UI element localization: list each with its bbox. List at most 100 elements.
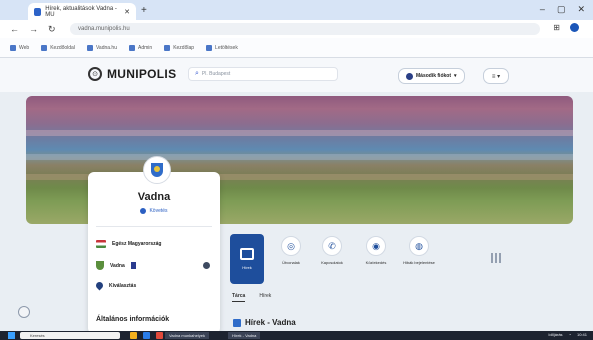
windows-start-icon[interactable] xyxy=(8,332,15,339)
follow-icon xyxy=(140,208,147,214)
browser-tab[interactable]: Hírek, aktualitások Vadna - MU ✕ xyxy=(28,3,136,20)
town-row-label: Vadna xyxy=(110,262,125,269)
tab-news[interactable]: Hírek xyxy=(259,293,271,302)
quick-action-routes[interactable]: ◎ Útvonalak xyxy=(272,236,310,282)
taskbar-task[interactable]: Hírek - Vadna xyxy=(228,332,261,339)
login-button[interactable]: Második fiókot ▾ xyxy=(398,68,465,84)
bookmark-label: Letöltések xyxy=(215,44,238,51)
file-explorer-icon[interactable] xyxy=(130,332,137,339)
quick-action-label: Közlekedés xyxy=(365,260,387,265)
quick-action-transport[interactable]: ◉ Közlekedés xyxy=(357,236,395,282)
extensions-icon[interactable]: ⊞ xyxy=(553,23,560,32)
scroll-indicator-icon[interactable] xyxy=(18,306,30,318)
quick-action-label: Kapcsolatok xyxy=(321,260,343,265)
town-row[interactable]: Vadna xyxy=(96,261,136,270)
logo-icon: ⊙ xyxy=(88,67,102,81)
follow-button[interactable]: Követés xyxy=(88,208,220,214)
bookmark-icon xyxy=(86,44,93,51)
quick-action-contacts[interactable]: ✆ Kapcsolatok xyxy=(313,236,351,282)
bookmark-item[interactable]: Kezdőoldal xyxy=(41,44,75,51)
menu-button[interactable]: ≡ ▾ xyxy=(483,68,509,84)
weather-text[interactable]: Időjárás xyxy=(548,332,562,337)
bookmark-icon[interactable] xyxy=(130,262,136,269)
bookmark-item[interactable]: Letöltések xyxy=(206,44,238,51)
tab-wallet[interactable]: Tárca xyxy=(232,293,246,302)
follow-label: Követés xyxy=(149,208,168,214)
quick-action-news[interactable]: Hírek xyxy=(230,234,264,284)
region-label: Egész Magyarország xyxy=(112,241,162,247)
user-icon xyxy=(406,72,413,80)
taskbar-search[interactable]: Keresés xyxy=(20,332,120,339)
bookmark-item[interactable]: Web xyxy=(10,44,30,51)
hungary-flag-icon xyxy=(96,240,106,248)
favicon-icon xyxy=(34,7,42,16)
app-icon[interactable] xyxy=(156,332,163,339)
bookmark-label: Admin xyxy=(138,44,153,51)
quick-action-report[interactable]: ◍ Hibák bejelentése xyxy=(400,236,438,282)
reload-icon[interactable]: ↻ xyxy=(48,24,56,35)
coat-of-arms-icon xyxy=(143,156,171,184)
bookmark-label: Kezdőlap xyxy=(173,44,195,51)
section-title: Általános információk xyxy=(96,316,170,323)
bookmark-item[interactable]: Admin xyxy=(129,44,153,51)
content-tabs: Tárca Hírek xyxy=(232,293,271,302)
search-icon: ⌕ xyxy=(195,70,199,77)
minimize-icon[interactable]: – xyxy=(540,4,545,15)
location-pin-icon xyxy=(94,280,105,291)
search-placeholder: Pl. Budapest xyxy=(201,71,231,77)
transport-icon: ◉ xyxy=(366,236,386,256)
taskbar-task-label: Vadna munkahelyek xyxy=(169,333,205,338)
tab-title: Hírek, aktualitások Vadna - MU xyxy=(45,5,117,18)
maximize-icon[interactable]: ▢ xyxy=(557,4,566,15)
browser-icon[interactable] xyxy=(143,332,150,339)
calendar-icon xyxy=(240,248,254,260)
bookmark-item[interactable]: Kezdőlap xyxy=(164,44,195,51)
close-window-icon[interactable]: ✕ xyxy=(577,4,585,15)
quick-action-label: Hibák bejelentése xyxy=(403,260,435,265)
back-icon[interactable]: ← xyxy=(10,24,19,35)
qr-code-icon[interactable] xyxy=(491,253,501,263)
new-tab-button[interactable]: + xyxy=(141,5,147,16)
bookmark-icon xyxy=(10,44,16,51)
town-name: Vadna xyxy=(137,191,171,203)
quick-action-label: Hírek xyxy=(242,265,252,270)
bookmark-icon xyxy=(41,44,48,51)
address-right-tools: ⊞ xyxy=(553,23,579,32)
bookmarks-bar: Web Kezdőoldal Vadna.hu Admin Kezdőlap L… xyxy=(0,38,593,58)
bookmark-item[interactable]: Vadna.hu xyxy=(86,44,117,51)
bookmark-label: Web xyxy=(19,44,30,51)
url-field[interactable]: vadna.munipolis.hu xyxy=(70,23,540,35)
quick-action-label: Útvonalak xyxy=(282,260,300,265)
compass-icon: ◎ xyxy=(281,236,301,256)
site-logo[interactable]: ⊙ MUNIPOLIS xyxy=(88,67,176,81)
news-icon xyxy=(233,318,241,327)
search-input[interactable]: ⌕ Pl. Budapest xyxy=(188,67,338,81)
taskbar-task[interactable]: Vadna munkahelyek xyxy=(165,332,209,339)
bookmark-icon xyxy=(206,44,213,51)
bookmark-icon xyxy=(129,44,135,51)
login-label: Második fiókot xyxy=(416,73,452,79)
bookmark-label: Kezdőoldal xyxy=(50,44,75,51)
globe-icon: ◍ xyxy=(409,236,429,256)
url-text: vadna.munipolis.hu xyxy=(78,26,130,32)
wifi-icon[interactable]: ◔ xyxy=(569,332,571,337)
settings-icon[interactable] xyxy=(203,262,210,269)
news-heading: Hírek - Vadna xyxy=(233,318,296,327)
region-row[interactable]: Egész Magyarország xyxy=(96,240,161,248)
window-controls: – ▢ ✕ xyxy=(540,4,585,15)
system-tray: Időjárás ◔ 10:41 xyxy=(548,332,587,337)
taskbar-task-label: Hírek - Vadna xyxy=(232,333,257,338)
forward-icon[interactable]: → xyxy=(29,24,38,35)
clock[interactable]: 10:41 xyxy=(577,332,587,337)
bookmark-icon xyxy=(164,44,171,51)
close-tab-icon[interactable]: ✕ xyxy=(124,8,130,16)
taskbar-search-text: Keresés xyxy=(30,333,45,338)
select-location-row[interactable]: Kiválasztás xyxy=(94,280,136,291)
menu-label: ≡ ▾ xyxy=(491,73,501,80)
phone-icon: ✆ xyxy=(322,236,342,256)
profile-icon[interactable] xyxy=(570,23,579,32)
logo-text: MUNIPOLIS xyxy=(107,67,177,81)
divider xyxy=(96,226,212,227)
town-crest-icon xyxy=(96,261,104,270)
news-heading-text: Hírek - Vadna xyxy=(245,318,296,327)
